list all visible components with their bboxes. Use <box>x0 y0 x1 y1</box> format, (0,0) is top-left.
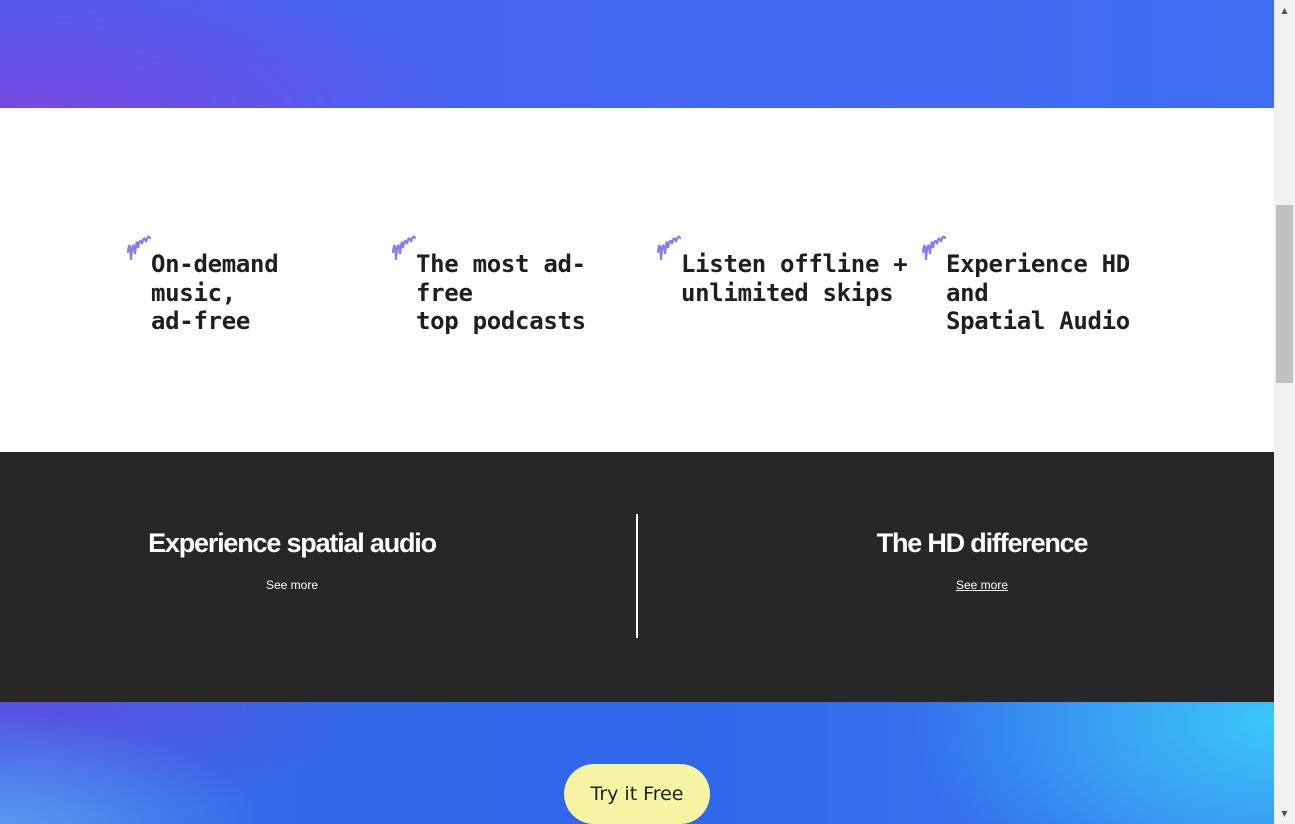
spatial-audio-see-more-link[interactable]: See more <box>266 578 318 592</box>
hd-difference-title: The HD difference <box>876 528 1089 558</box>
audio-info-section: Experience spatial audio See more The HD… <box>0 452 1274 702</box>
page: On-demand music, ad-free The most ad- fr… <box>0 0 1274 824</box>
section-divider <box>636 514 638 638</box>
squiggle-icon <box>656 235 682 261</box>
squiggle-icon <box>126 235 152 261</box>
scroll-up-arrow-icon[interactable]: ▲ <box>1274 2 1295 19</box>
vertical-scrollbar[interactable]: ▲ ▼ <box>1274 0 1295 824</box>
squiggle-icon <box>921 235 947 261</box>
scrollbar-thumb[interactable] <box>1276 205 1293 383</box>
try-it-free-button[interactable]: Try it Free <box>564 764 710 824</box>
scroll-down-arrow-icon[interactable]: ▼ <box>1274 805 1295 822</box>
spatial-audio-title: Experience spatial audio <box>148 528 437 558</box>
feature-title: The most ad- free top podcasts <box>416 250 586 335</box>
feature-title: On-demand music, ad-free <box>151 250 279 335</box>
hero-banner-bottom: Try it Free <box>0 702 1274 824</box>
hd-difference-see-more-link[interactable]: See more <box>956 578 1008 592</box>
features-section: On-demand music, ad-free The most ad- fr… <box>0 108 1274 452</box>
feature-title: Listen offline + unlimited skips <box>681 250 908 307</box>
squiggle-icon <box>391 235 417 261</box>
feature-title: Experience HD and Spatial Audio <box>946 250 1130 335</box>
hero-banner-top <box>0 0 1274 108</box>
